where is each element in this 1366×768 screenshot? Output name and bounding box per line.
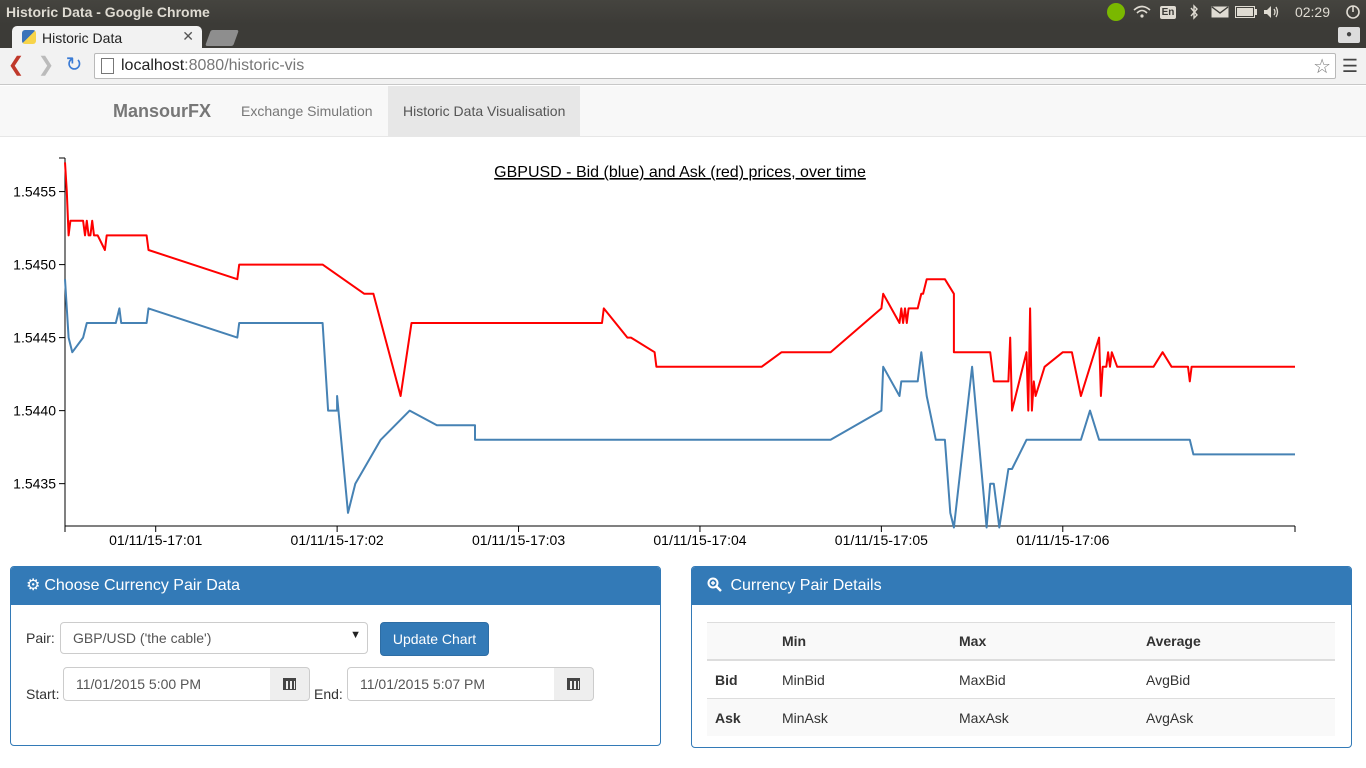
clock[interactable]: 02:29: [1295, 4, 1330, 20]
pair-label: Pair:: [26, 630, 55, 646]
table-cell: MinBid: [774, 659, 951, 699]
volume-icon[interactable]: [1261, 0, 1283, 24]
forward-icon[interactable]: ❯: [36, 54, 56, 76]
table-header-cell: Average: [1138, 622, 1335, 661]
pair-select[interactable]: GBP/USD ('the cable') ▼: [60, 622, 368, 654]
details-panel-title: Currency Pair Details: [730, 577, 882, 594]
spotify-icon[interactable]: [1105, 0, 1127, 24]
end-calendar-button[interactable]: [554, 667, 594, 701]
table-cell: MinAsk: [774, 698, 951, 736]
table-header-cell: [707, 622, 774, 661]
browser-tab[interactable]: Historic Data ✕: [12, 26, 202, 48]
table-header-row: Min Max Average: [707, 622, 1335, 661]
chart-series: [64, 162, 1295, 529]
profile-icon[interactable]: ●: [1338, 27, 1360, 43]
price-chart: GBPUSD - Bid (blue) and Ask (red) prices…: [13, 157, 1296, 548]
mail-icon[interactable]: [1209, 0, 1231, 24]
series-line-ask: [64, 162, 1295, 412]
tab-title: Historic Data: [42, 30, 123, 46]
bookmark-star-icon[interactable]: ☆: [1313, 54, 1331, 79]
y-tick-label: 1.5455: [13, 184, 56, 200]
y-tick-label: 1.5445: [13, 330, 56, 346]
back-icon[interactable]: ❮: [6, 54, 26, 76]
table-row: Ask MinAsk MaxAsk AvgAsk: [707, 698, 1335, 736]
tab-strip: Historic Data ✕ ●: [0, 24, 1366, 48]
bluetooth-icon[interactable]: [1183, 0, 1205, 24]
start-label: Start:: [26, 686, 60, 702]
window-title: Historic Data - Google Chrome: [6, 4, 210, 20]
x-tick-label: 01/11/15-17:01: [109, 532, 202, 548]
table-cell: MaxAsk: [951, 698, 1138, 736]
table-cell: AvgAsk: [1138, 698, 1335, 736]
wifi-icon[interactable]: [1131, 0, 1153, 24]
pair-select-value: GBP/USD ('the cable'): [73, 630, 212, 646]
calendar-icon: [283, 678, 296, 690]
row-label: Bid: [707, 659, 774, 699]
details-panel-heading: Currency Pair Details: [692, 567, 1351, 605]
nav-historic-data-visualisation[interactable]: Historic Data Visualisation: [388, 86, 581, 136]
x-tick-label: 01/11/15-17:02: [291, 532, 384, 548]
update-chart-button[interactable]: Update Chart: [380, 622, 489, 656]
site-navbar: MansourFX Exchange Simulation Historic D…: [0, 86, 1366, 137]
x-tick-label: 01/11/15-17:05: [835, 532, 928, 548]
end-date-input[interactable]: 11/01/2015 5:07 PM: [347, 667, 555, 701]
system-tray: En 02:29: [1103, 0, 1366, 24]
nav-exchange-simulation[interactable]: Exchange Simulation: [226, 86, 388, 136]
x-tick-label: 01/11/15-17:03: [472, 532, 565, 548]
new-tab-button[interactable]: [205, 30, 239, 46]
y-tick-label: 1.5450: [13, 257, 56, 273]
settings-icon[interactable]: [1342, 0, 1364, 24]
battery-icon[interactable]: [1234, 0, 1257, 24]
choose-currency-panel: ⚙ Choose Currency Pair Data Pair: GBP/USD…: [10, 566, 661, 746]
table-cell: AvgBid: [1138, 659, 1335, 699]
choose-panel-title: Choose Currency Pair Data: [44, 577, 240, 594]
close-icon[interactable]: ✕: [182, 28, 194, 45]
start-date-input[interactable]: 11/01/2015 5:00 PM: [63, 667, 271, 701]
calendar-icon: [567, 678, 580, 690]
series-line-bid: [64, 279, 1295, 529]
gear-icon: ⚙: [26, 577, 41, 594]
menu-icon[interactable]: ☰: [1342, 56, 1358, 77]
x-tick-label: 01/11/15-17:06: [1016, 532, 1109, 548]
python-favicon-icon: [22, 30, 36, 44]
keyboard-layout-label: En: [1159, 5, 1177, 19]
y-tick-label: 1.5435: [13, 476, 56, 492]
brand-link[interactable]: MansourFX: [113, 101, 211, 122]
url-text: localhost:8080/historic-vis: [121, 57, 305, 74]
end-label: End:: [314, 686, 343, 702]
zoom-in-icon: [707, 577, 726, 594]
reload-icon[interactable]: ↻: [64, 54, 84, 76]
address-bar[interactable]: localhost:8080/historic-vis ☆: [94, 53, 1336, 79]
chevron-down-icon: ▼: [350, 629, 361, 641]
os-top-bar: Historic Data - Google Chrome En 02:29: [0, 0, 1366, 24]
choose-panel-heading: ⚙ Choose Currency Pair Data: [11, 567, 660, 605]
browser-toolbar: ❮ ❯ ↻ localhost:8080/historic-vis ☆ ☰: [0, 48, 1366, 85]
start-calendar-button[interactable]: [270, 667, 310, 701]
table-header-cell: Min: [774, 622, 951, 661]
table-cell: MaxBid: [951, 659, 1138, 699]
keyboard-icon[interactable]: En: [1157, 0, 1179, 24]
chart-title: GBPUSD - Bid (blue) and Ask (red) prices…: [494, 164, 866, 181]
page-icon: [101, 58, 114, 74]
table-row: Bid MinBid MaxBid AvgBid: [707, 659, 1335, 699]
table-header-cell: Max: [951, 622, 1138, 661]
currency-details-panel: Currency Pair Details Min Max Average Bi…: [691, 566, 1352, 748]
row-label: Ask: [707, 698, 774, 736]
x-tick-label: 01/11/15-17:04: [653, 532, 746, 548]
y-tick-label: 1.5440: [13, 403, 56, 419]
details-table: Min Max Average Bid MinBid MaxBid AvgBid…: [707, 622, 1335, 736]
